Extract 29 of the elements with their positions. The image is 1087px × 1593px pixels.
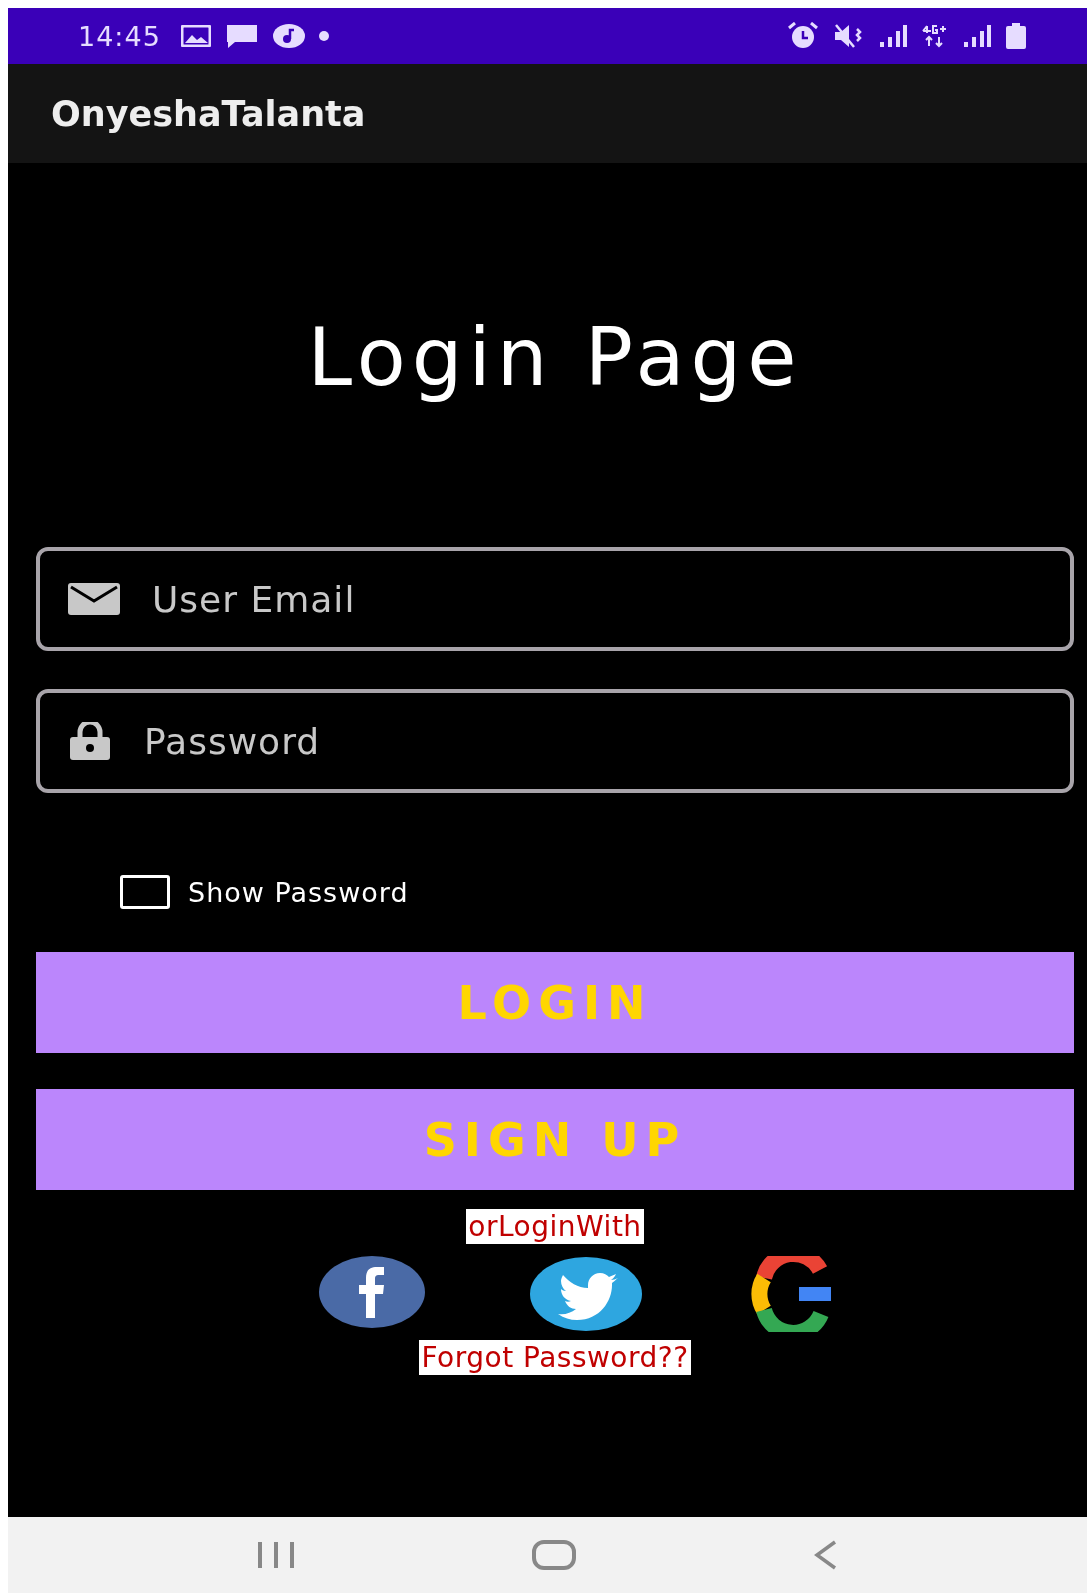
sign-up-button[interactable]: SIGN UP — [36, 1089, 1074, 1190]
signal-icon — [963, 25, 991, 47]
home-icon — [532, 1540, 577, 1570]
mail-icon — [68, 583, 120, 615]
password-input[interactable]: Password — [142, 719, 1070, 763]
password-field[interactable]: Password — [36, 689, 1074, 793]
forgot-password-link[interactable]: Forgot Password?? — [419, 1340, 691, 1375]
signal-icon — [879, 25, 907, 47]
network-4g-icon — [921, 24, 949, 48]
image-icon — [180, 25, 211, 47]
show-password-label: Show Password — [188, 876, 409, 908]
page-heading: Login Page — [307, 310, 803, 406]
email-input[interactable]: User Email — [150, 577, 1070, 621]
recent-apps-icon — [256, 1540, 297, 1570]
back-icon — [812, 1539, 839, 1571]
facebook-logo-icon[interactable] — [319, 1256, 425, 1328]
or-login-with-label: orLoginWith — [466, 1209, 644, 1244]
lock-icon — [68, 722, 112, 760]
message-icon — [224, 23, 259, 49]
dot-icon — [318, 31, 329, 41]
app-title: OnyeshaTalanta — [51, 93, 366, 134]
email-field[interactable]: User Email — [36, 547, 1074, 651]
battery-icon — [1005, 23, 1027, 49]
music-icon — [272, 24, 305, 48]
twitter-bird-icon[interactable] — [530, 1256, 642, 1332]
login-button[interactable]: LOGIN — [36, 952, 1074, 1053]
clock-time: 14:45 — [78, 20, 161, 52]
show-password-checkbox[interactable] — [120, 875, 170, 909]
alarm-icon — [787, 22, 819, 50]
